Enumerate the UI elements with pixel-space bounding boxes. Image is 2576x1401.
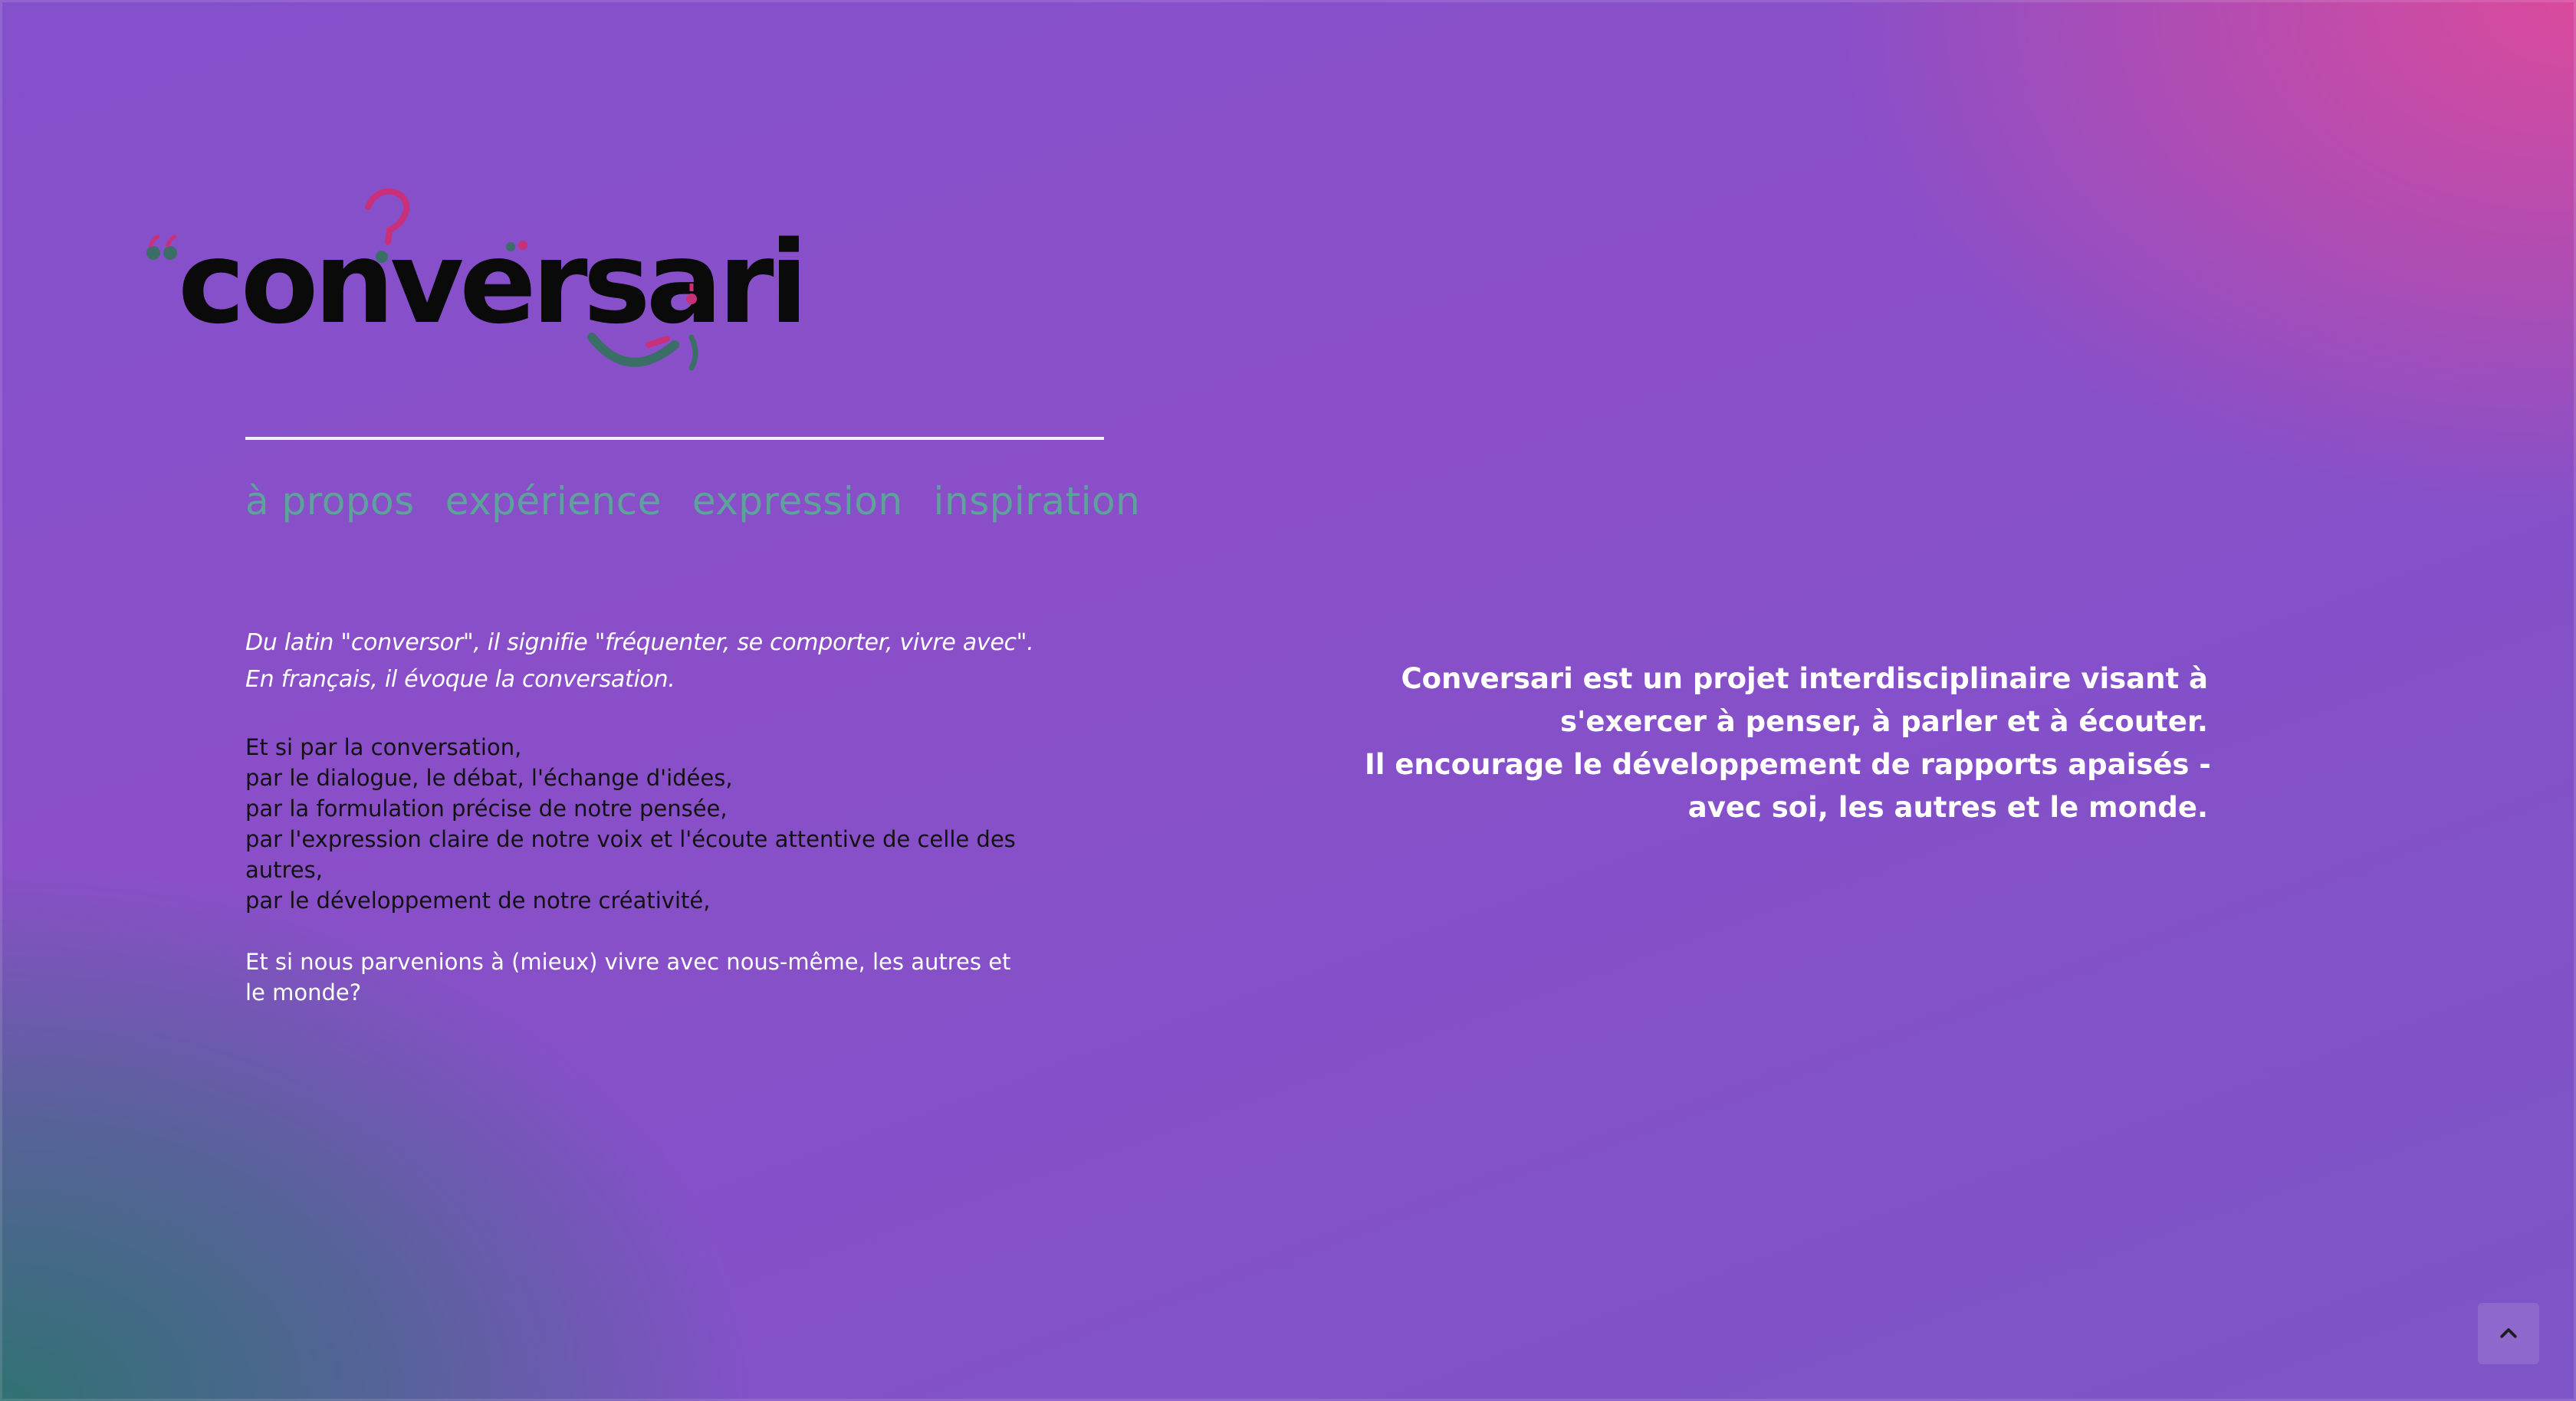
chevron-up-icon	[2500, 1328, 2517, 1338]
logo-wordmark: conversari	[178, 217, 803, 349]
nav-expression[interactable]: expression	[692, 479, 903, 523]
quote-open-icon	[146, 234, 177, 260]
nav-a-propos[interactable]: à propos	[245, 479, 415, 523]
conversari-logo[interactable]: conversari	[138, 184, 808, 391]
main-nav: à propos expérience expression inspirati…	[245, 479, 1140, 523]
tagline-line: s'exercer à penser, à parler et à écoute…	[1559, 705, 2208, 738]
nav-experience[interactable]: expérience	[445, 479, 662, 523]
manifesto-line: par le développement de notre créativité…	[245, 888, 711, 914]
header-divider	[245, 437, 1104, 440]
tagline-line: Il encourage le développement de rapport…	[1365, 748, 2211, 781]
manifesto-line: Et si par la conversation,	[245, 734, 522, 760]
manifesto-closing: Et si nous parvenions à (mieux) vivre av…	[245, 949, 1011, 1006]
manifesto-line: par l'expression claire de notre voix et…	[245, 826, 1016, 883]
manifesto-line: par la formulation précise de notre pens…	[245, 796, 728, 822]
tagline-line: Conversari est un projet interdisciplina…	[1401, 662, 2208, 695]
nav-inspiration[interactable]: inspiration	[934, 479, 1141, 523]
tagline-line: avec soi, les autres et le monde.	[1687, 791, 2208, 824]
etymology-line: En français, il évoque la conversation.	[245, 666, 675, 693]
project-tagline: Conversari est un projet interdisciplina…	[1365, 658, 2211, 829]
scroll-to-top-button[interactable]	[2478, 1303, 2539, 1364]
etymology-line: Du latin "conversor", il signifie "fréqu…	[245, 629, 1034, 656]
manifesto-line: par le dialogue, le débat, l'échange d'i…	[245, 765, 733, 791]
etymology-intro: Du latin "conversor", il signifie "fréqu…	[245, 625, 1089, 698]
manifesto-text: Et si par la conversation, par le dialog…	[245, 732, 1027, 916]
